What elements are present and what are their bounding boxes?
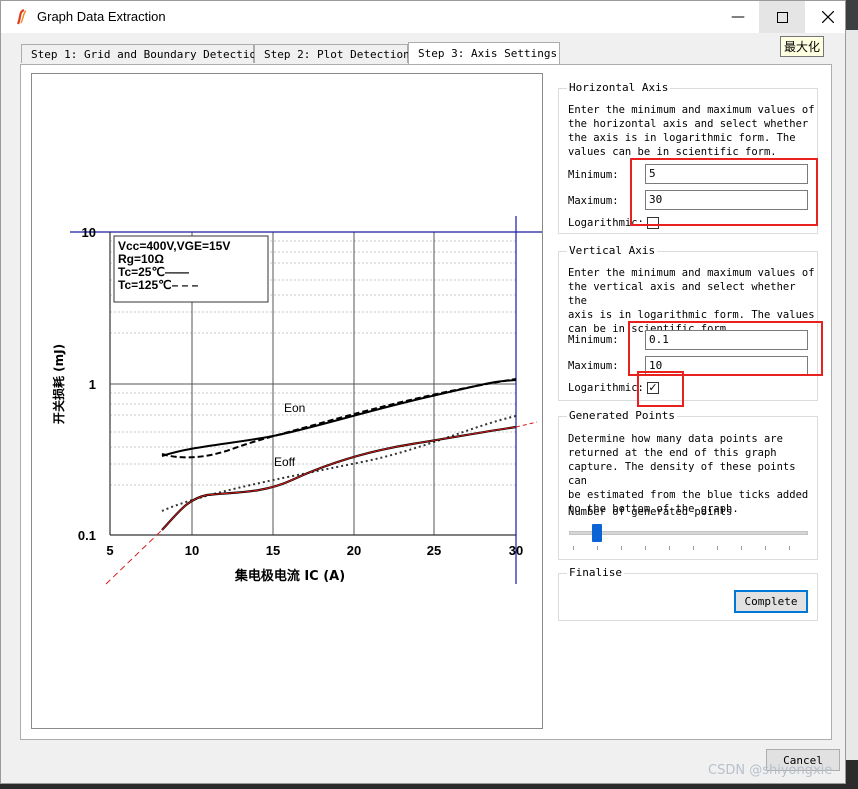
points-slider-thumb[interactable] (592, 524, 602, 542)
axis-calibration-line (105, 529, 163, 585)
finalise-group: Finalise Complete (558, 566, 818, 621)
x-tick-label: 30 (509, 543, 523, 558)
title-bar: Graph Data Extraction — (1, 1, 845, 33)
tab-plot-detection[interactable]: Step 2: Plot Detection (254, 44, 410, 63)
horizontal-max-label: Maximum: (568, 195, 619, 207)
slider-tick (765, 546, 766, 550)
description-line: the horizontal axis and select whether (568, 118, 809, 130)
slider-tick (717, 546, 718, 550)
legend-line-2: Rg=10Ω (118, 252, 164, 266)
maximize-button[interactable] (759, 1, 805, 33)
y-axis-label: 开关损耗 (mJ) (51, 344, 66, 424)
description-line: Enter the minimum and maximum values of (568, 267, 815, 279)
slider-tick (741, 546, 742, 550)
minimize-icon: — (731, 9, 745, 25)
eoff-25-curve (161, 425, 517, 531)
dialog-window: Graph Data Extraction — 最大化 Step 1: Grid… (0, 0, 846, 784)
eoff-label: Eoff (274, 455, 296, 469)
slider-tick (693, 546, 694, 550)
x-tick-label: 25 (427, 543, 441, 558)
description-line: Determine how many data points are (568, 433, 783, 445)
legend-line-3: Tc=25℃—— (118, 265, 189, 279)
slider-tick (645, 546, 646, 550)
maximize-tooltip: 最大化 (780, 36, 825, 57)
highlight-vertical-log (637, 371, 684, 407)
description-line: the axis is in logarithmic form. The (568, 132, 796, 144)
x-tick-label: 10 (185, 543, 199, 558)
description-line: axis is in logarithmic form. The values (568, 309, 815, 321)
graph-canvas: Vcc=400V,VGE=15V Rg=10Ω Tc=25℃—— Tc=125℃… (51, 216, 542, 585)
extracted-red-curve (161, 426, 517, 531)
slider-label: Number of generated points (568, 506, 733, 518)
slider-tick (597, 546, 598, 550)
slider-tick (669, 546, 670, 550)
tab-grid-boundary[interactable]: Step 1: Grid and Boundary Detection (21, 44, 263, 63)
highlight-horizontal-fields (630, 158, 818, 226)
horizontal-axis-description: Enter the minimum and maximum values of … (568, 103, 815, 159)
watermark: CSDN @shiyongxie (708, 763, 833, 778)
y-tick-label: 10 (82, 225, 96, 240)
generated-points-description: Determine how many data points are retur… (568, 432, 817, 516)
x-tick-label: 15 (266, 543, 280, 558)
window-title: Graph Data Extraction (37, 9, 166, 24)
vertical-min-label: Minimum: (568, 334, 619, 346)
generated-points-group: Generated Points Determine how many data… (558, 409, 818, 560)
description-line: be estimated from the blue ticks added (568, 489, 809, 501)
legend-line-4: Tc=125℃– – – (118, 278, 199, 292)
x-axis-label: 集电极电流 IC (A) (234, 568, 345, 584)
finalise-title: Finalise (567, 566, 624, 579)
slider-tick (621, 546, 622, 550)
graph-image: Vcc=400V,VGE=15V Rg=10Ω Tc=25℃—— Tc=125℃… (31, 73, 543, 729)
description-line: returned at the end of this graph (568, 447, 777, 459)
slider-tick (789, 546, 790, 550)
vertical-log-label: Logarithmic: (568, 382, 644, 394)
x-tick-label: 20 (347, 543, 361, 558)
horizontal-axis-title: Horizontal Axis (567, 81, 671, 94)
description-line: the vertical axis and select whether the (568, 281, 796, 307)
tab-axis-settings[interactable]: Step 3: Axis Settings (408, 42, 560, 64)
eon-label: Eon (284, 401, 305, 415)
axis-calibration-line-right (515, 421, 538, 428)
complete-button[interactable]: Complete (734, 590, 808, 613)
legend-line-1: Vcc=400V,VGE=15V (118, 239, 230, 253)
points-slider-track[interactable] (569, 531, 808, 535)
horizontal-min-label: Minimum: (568, 169, 619, 181)
close-icon (822, 11, 834, 23)
generated-points-title: Generated Points (567, 409, 677, 422)
description-line: capture. The density of these points can (568, 461, 796, 487)
vertical-max-label: Maximum: (568, 360, 619, 372)
highlight-vertical-fields (628, 321, 823, 376)
app-icon (16, 9, 27, 25)
x-tick-label: 5 (106, 543, 113, 558)
description-line: values can be in scientific form. (568, 146, 777, 158)
slider-tick (573, 546, 574, 550)
close-button[interactable] (805, 1, 851, 33)
maximize-icon (776, 11, 788, 23)
description-line: Enter the minimum and maximum values of (568, 104, 815, 116)
y-tick-label: 1 (89, 377, 96, 392)
y-tick-label: 0.1 (78, 528, 96, 543)
minimize-button[interactable]: — (715, 1, 761, 33)
vertical-axis-title: Vertical Axis (567, 244, 658, 257)
